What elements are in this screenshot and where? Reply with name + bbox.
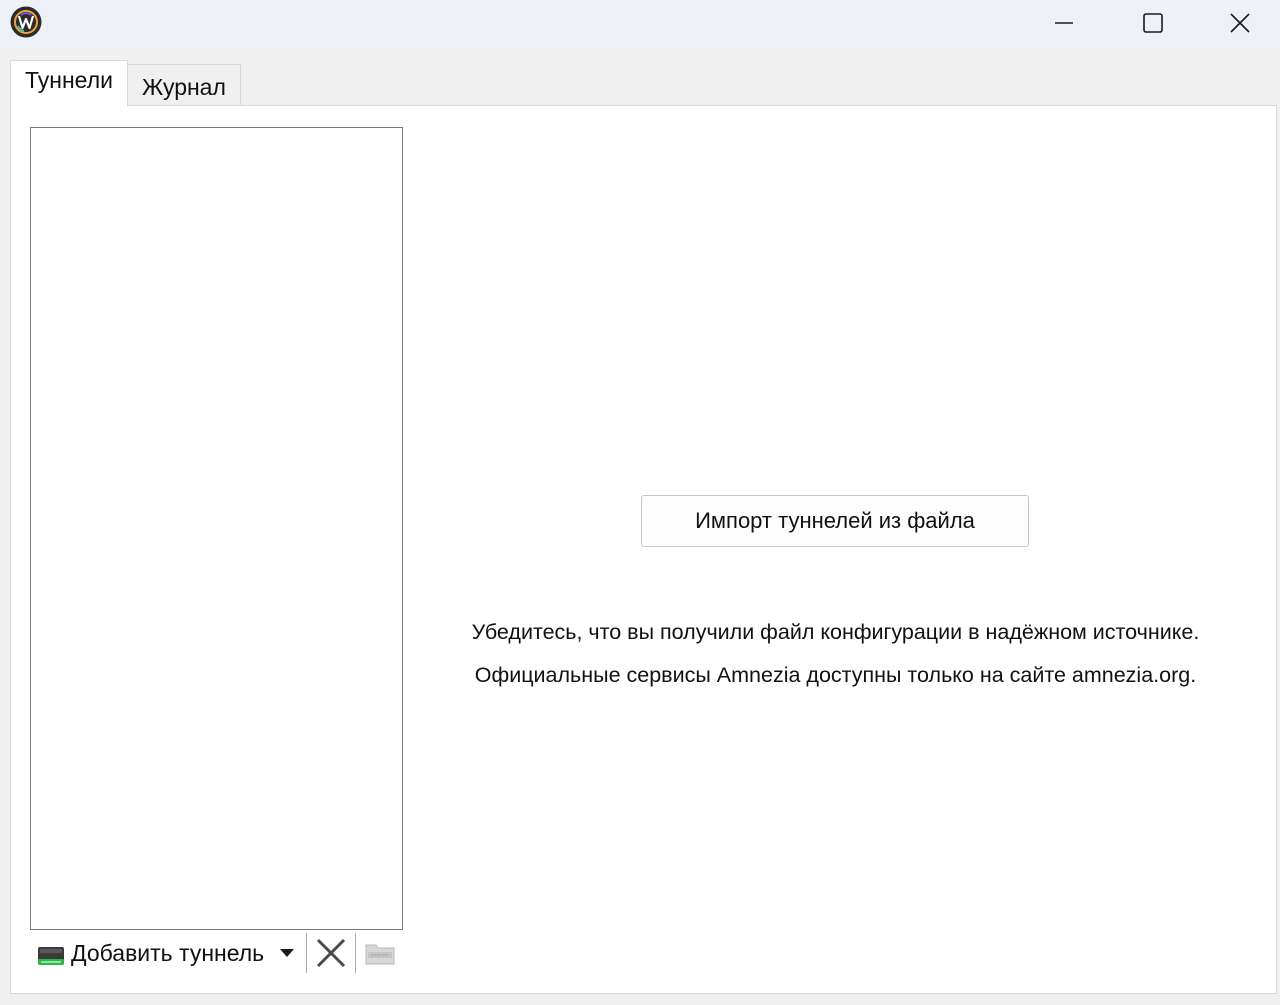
import-tunnels-button[interactable]: Импорт туннелей из файла (641, 495, 1029, 547)
title-bar[interactable] (0, 0, 1280, 48)
export-zip-icon (365, 944, 395, 965)
toolbar-separator (306, 933, 308, 973)
delete-x-icon (317, 938, 346, 968)
close-button[interactable] (1199, 0, 1280, 46)
tab-tunnels[interactable]: Туннели (10, 60, 128, 106)
tab-tunnels-label: Туннели (25, 67, 113, 93)
add-tunnel-dropdown[interactable] (270, 933, 304, 973)
dropdown-arrow-icon (280, 949, 295, 957)
tab-log-label: Журнал (141, 74, 226, 100)
add-tunnel-icon (38, 947, 64, 965)
tunnel-toolbar: Добавить туннель (31, 933, 402, 973)
notice-line-1: Убедитесь, что вы получили файл конфигур… (471, 620, 1200, 644)
maximize-icon (1143, 13, 1163, 33)
tab-bar: Туннели Журнал (10, 60, 241, 106)
toolbar-separator (355, 933, 357, 973)
app-window: Туннели Журнал Добавить туннель Импорт т… (0, 0, 1280, 1005)
notice-line-2: Официальные сервисы Amnezia доступны тол… (474, 663, 1197, 687)
tunnels-pane: Добавить туннель Импорт туннелей из файл… (10, 105, 1277, 994)
close-icon (1229, 13, 1250, 33)
add-tunnel-label: Добавить туннель (71, 939, 265, 966)
add-tunnel-button[interactable]: Добавить туннель (31, 933, 270, 973)
minimize-icon (1055, 22, 1073, 24)
security-notice: Убедитесь, что вы получили файл конфигур… (421, 611, 1250, 697)
amnezia-wg-logo-icon (10, 6, 42, 38)
minimize-button[interactable] (1020, 0, 1108, 46)
tunnel-list[interactable] (30, 127, 403, 930)
delete-tunnel-button[interactable] (309, 933, 353, 973)
tab-log[interactable]: Журнал (127, 64, 241, 106)
maximize-button[interactable] (1109, 0, 1197, 46)
export-tunnels-button[interactable] (358, 933, 402, 973)
